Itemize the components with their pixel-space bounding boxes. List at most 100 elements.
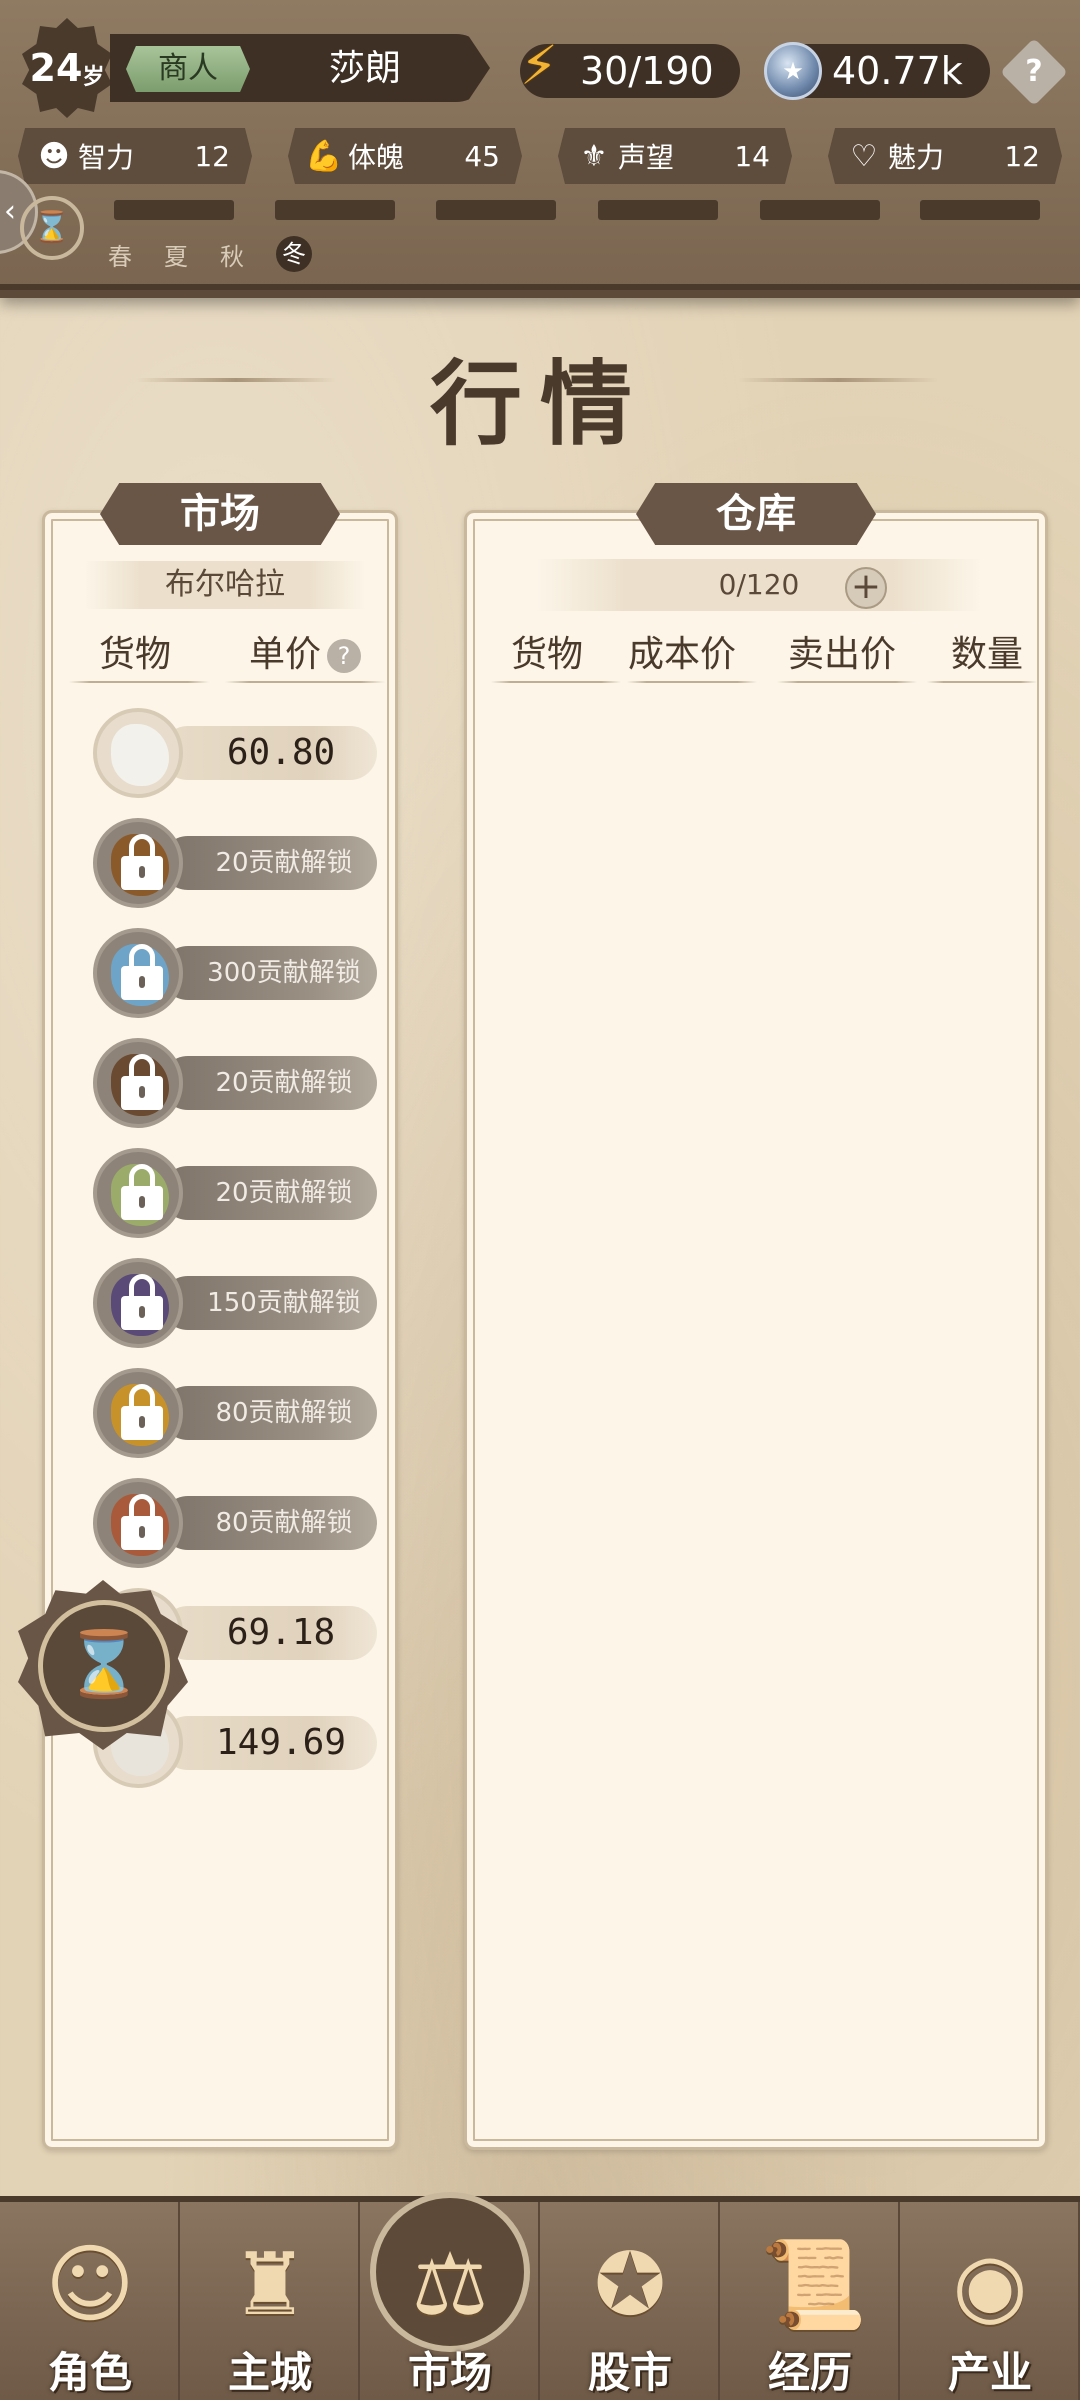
col-header-price-label: 单价 xyxy=(248,634,321,675)
market-panel: 市场 布尔哈拉 货物 单价? 60.80 20贡献解锁 300贡献解锁 20贡献解锁 2… xyxy=(42,483,401,2150)
bottom-navigation: ☺ 角色 ♜ 主城 ⚖ 市场 ✪ 股市 📜 经历 ◉ 产业 xyxy=(0,2192,1080,2400)
col-header-cost: 成本价 xyxy=(627,634,736,675)
coin-counter[interactable]: ★ 40.77k xyxy=(764,42,990,100)
stat-label: 智力 xyxy=(78,141,135,174)
goods-row[interactable]: 20贡献解锁 xyxy=(45,1038,401,1128)
stat-value: 45 xyxy=(464,139,500,173)
hourglass-icon[interactable]: ⌛ xyxy=(20,196,84,260)
season-winter-current: 冬 xyxy=(276,236,312,272)
goods-row[interactable]: 20贡献解锁 xyxy=(45,818,401,908)
stat-physique[interactable]: 💪 体魄 45 xyxy=(288,128,522,184)
lock-icon xyxy=(121,834,163,890)
goods-art xyxy=(111,724,169,786)
age-badge: 24 岁 xyxy=(22,18,112,118)
nav-item-scroll[interactable]: 📜 经历 xyxy=(720,2202,900,2400)
progress-bar xyxy=(275,200,395,220)
nav-item-scales[interactable]: ⚖ 市场 xyxy=(360,2192,540,2400)
profession-badge: 商人 xyxy=(126,46,250,92)
divider xyxy=(491,681,621,683)
goods-row[interactable]: 60.80 xyxy=(45,708,401,798)
season-indicator: 春 夏 秋 冬 xyxy=(108,236,312,272)
question-icon: ? xyxy=(1025,54,1043,89)
nav-label: 角色 xyxy=(47,2348,132,2397)
coin-icon: ★ xyxy=(764,42,822,100)
goods-icon xyxy=(93,1148,183,1238)
nav-item-character[interactable]: ☺ 角色 xyxy=(0,2202,180,2400)
progress-bar xyxy=(920,200,1040,220)
stat-label: 声望 xyxy=(618,141,675,174)
stat-charm[interactable]: ♡ 魅力 12 xyxy=(828,128,1062,184)
energy-counter[interactable]: ⚡ 30/190 xyxy=(520,34,740,98)
progress-bar xyxy=(114,200,234,220)
divider xyxy=(627,681,757,683)
goods-row[interactable]: 80贡献解锁 xyxy=(45,1368,401,1458)
stat-value: 12 xyxy=(1004,139,1040,173)
coins-icon: ◉ xyxy=(952,2235,1028,2335)
energy-value: 30/190 xyxy=(580,49,714,93)
warehouse-capacity: 0/120 xyxy=(537,559,981,611)
goods-icon xyxy=(93,818,183,908)
goods-icon xyxy=(93,708,183,798)
col-header-price: 单价? xyxy=(225,631,385,679)
heart-icon: ♡ xyxy=(850,138,878,174)
goods-icon xyxy=(93,1258,183,1348)
add-capacity-button[interactable]: + xyxy=(845,567,887,609)
divider xyxy=(927,681,1037,683)
stock-icon: ✪ xyxy=(593,2235,667,2335)
unlock-requirement: 80贡献解锁 xyxy=(161,1496,377,1550)
goods-row[interactable]: 80贡献解锁 xyxy=(45,1478,401,1568)
nav-item-stock[interactable]: ✪ 股市 xyxy=(540,2202,720,2400)
lock-icon xyxy=(121,1384,163,1440)
scroll-icon: 📜 xyxy=(760,2235,868,2335)
nav-label: 股市 xyxy=(587,2348,672,2397)
stat-intelligence[interactable]: ☻ 智力 12 xyxy=(18,128,252,184)
goods-price: 60.80 xyxy=(161,726,377,780)
castle-icon: ♜ xyxy=(231,2235,309,2335)
character-icon: ☺ xyxy=(45,2235,135,2335)
title-ornament-right xyxy=(738,378,938,382)
hourglass-icon[interactable]: ⌛ xyxy=(38,1600,170,1732)
help-button[interactable]: ? xyxy=(1000,38,1068,106)
player-name[interactable]: 莎朗 xyxy=(290,44,440,94)
nav-label: 产业 xyxy=(947,2348,1032,2397)
lock-icon xyxy=(121,1164,163,1220)
nav-label: 主城 xyxy=(227,2348,312,2397)
nav-label: 经历 xyxy=(767,2348,852,2397)
lock-icon xyxy=(121,1494,163,1550)
progress-bar xyxy=(760,200,880,220)
goods-row[interactable]: 300贡献解锁 xyxy=(45,928,401,1018)
age-value: 24 xyxy=(29,46,83,90)
goods-price: 149.69 xyxy=(161,1716,377,1770)
stat-value: 14 xyxy=(734,139,770,173)
season-spring: 春 xyxy=(108,242,132,271)
price-help-icon[interactable]: ? xyxy=(327,639,361,673)
coin-value: 40.77k xyxy=(832,49,963,93)
col-header-goods: 货物 xyxy=(510,634,583,675)
nav-label: 市场 xyxy=(407,2348,492,2397)
lock-icon xyxy=(121,944,163,1000)
stat-label: 魅力 xyxy=(888,141,945,174)
nav-item-castle[interactable]: ♜ 主城 xyxy=(180,2202,360,2400)
unlock-requirement: 20贡献解锁 xyxy=(161,1166,377,1220)
goods-price: 69.18 xyxy=(161,1606,377,1660)
progress-bars xyxy=(0,200,1080,224)
stats-row: ☻ 智力 12 💪 体魄 45 ⚜ 声望 14 ♡ 魅力 12 xyxy=(0,128,1080,184)
goods-icon xyxy=(93,928,183,1018)
warehouse-tab: 仓库 xyxy=(636,483,876,545)
market-tab: 市场 xyxy=(100,483,340,545)
goods-icon xyxy=(93,1478,183,1568)
brain-icon: ☻ xyxy=(38,138,70,174)
top-status-bar: 24 岁 商人 莎朗 ⚡ 30/190 ★ 40.77k ? ☻ 智力 12 💪 … xyxy=(0,0,1080,298)
goods-row[interactable]: 150贡献解锁 xyxy=(45,1258,401,1348)
nav-item-coins[interactable]: ◉ 产业 xyxy=(900,2202,1080,2400)
goods-icon xyxy=(93,1368,183,1458)
stat-reputation[interactable]: ⚜ 声望 14 xyxy=(558,128,792,184)
lock-icon xyxy=(121,1274,163,1330)
city-name[interactable]: 布尔哈拉 xyxy=(85,561,365,609)
unlock-requirement: 80贡献解锁 xyxy=(161,1386,377,1440)
season-summer: 夏 xyxy=(164,242,188,271)
stat-value: 12 xyxy=(194,139,230,173)
goods-row[interactable]: 20贡献解锁 xyxy=(45,1148,401,1238)
unlock-requirement: 300贡献解锁 xyxy=(161,946,377,1000)
reputation-icon: ⚜ xyxy=(580,138,608,174)
